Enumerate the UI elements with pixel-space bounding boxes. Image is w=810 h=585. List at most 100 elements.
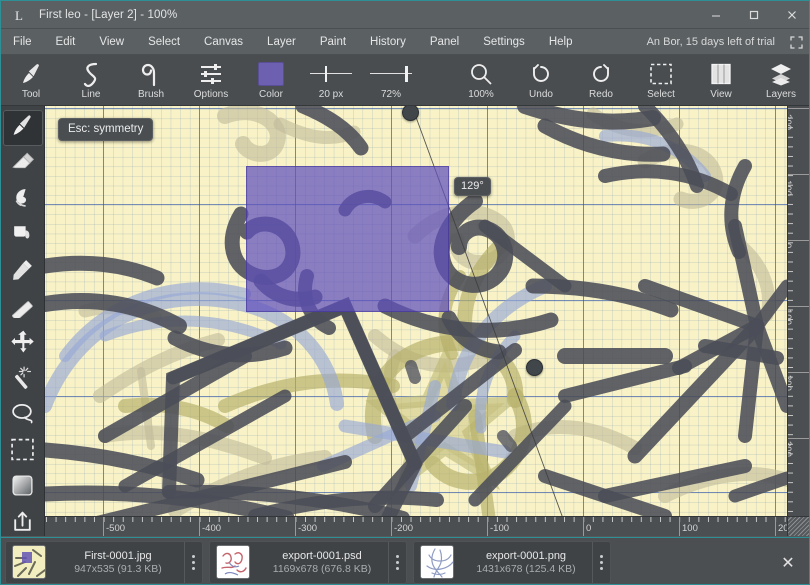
brush-size-slider[interactable] [310,63,352,85]
sidebar-item-eyedropper-tool[interactable] [3,254,43,290]
thumbnail-jpg [12,545,46,579]
window-title: First leo - [Layer 2] - 100% [39,8,178,21]
fullscreen-icon[interactable] [785,29,807,55]
horizontal-ruler[interactable]: -500 -400 -300 -200 -100 0 100 200 [45,516,787,536]
vertical-ruler[interactable]: -200 -100 0 100 200 300 [787,106,809,516]
window-controls [697,1,809,29]
ruler-label: 100 [787,309,793,325]
ruler-corner-resize-handle[interactable] [787,516,809,536]
ruler-major-tick [788,372,809,373]
active-color-swatch [258,61,284,86]
thumbnail-psd [216,545,250,579]
kebab-menu-icon[interactable] [592,541,610,583]
kebab-menu-icon[interactable] [184,541,202,583]
toolbar-select[interactable]: Select [631,55,691,105]
toolbar-undo-label: Undo [529,89,553,100]
toolbar-view[interactable]: View [691,55,751,105]
size-slider-icon[interactable] [310,60,352,87]
ruler-major-tick [788,306,809,307]
menu-edit[interactable]: Edit [44,29,88,55]
trial-text: An Bor, 15 days left of trial [646,36,775,48]
drawing-canvas[interactable]: Esc: symmetry 129° [45,106,787,516]
menu-history[interactable]: History [358,29,418,55]
ruler-label: 300 [787,441,793,457]
file-card-psd[interactable]: export-0001.psd 1169x678 (676.8 KB) [209,540,407,584]
menu-settings[interactable]: Settings [471,29,537,55]
ruler-label: -100 [787,177,793,197]
toolbar-undo[interactable]: Undo [511,55,571,105]
menu-file[interactable]: File [1,29,44,55]
slider-knob[interactable] [324,65,328,82]
ruler-label: -200 [787,111,793,131]
sidebar-item-eraser-tool[interactable] [3,146,43,182]
toolbar-layers[interactable]: Layers [751,55,809,105]
title-bar: L First leo - [Layer 2] - 100% [1,1,809,29]
menu-panel[interactable]: Panel [418,29,471,55]
menu-paint[interactable]: Paint [308,29,358,55]
slider-knob[interactable] [405,65,408,82]
selection-rectangle[interactable] [246,166,449,312]
toolbar-line-label: Line [81,89,101,100]
symmetry-handle-bottom[interactable] [526,359,543,376]
esc-symmetry-hint: Esc: symmetry [58,118,154,141]
maximize-button[interactable] [735,1,773,29]
eraser-icon [10,149,35,179]
sidebar-item-smudge-tool[interactable] [3,182,43,218]
opacity-slider-icon[interactable] [370,60,412,87]
ruler-label: 200 [787,375,793,391]
ruler-label: 200 [778,523,787,534]
toolbar-redo[interactable]: Redo [571,55,631,105]
magic-wand-icon [10,365,35,395]
zoom-icon [469,60,493,87]
close-button[interactable] [773,1,809,29]
menu-canvas[interactable]: Canvas [192,29,255,55]
file-card-png[interactable]: export-0001.png 1431x678 (125.4 KB) [413,540,611,584]
brush-icon [10,113,35,143]
eyedropper-icon [10,257,35,287]
trial-status: An Bor, 15 days left of trial [647,29,807,55]
file-meta: First-0001.jpg 947x535 (91.3 KB) [52,550,184,575]
sidebar-item-brush-tool[interactable] [2,110,43,146]
brush-icon [19,60,43,87]
toolbar-opacity-label: 72% [380,89,401,100]
app-logo-icon: L [7,1,35,29]
sidebar-item-gradient-tool[interactable] [3,470,43,506]
share-export-icon [10,509,35,536]
toolbar-zoom[interactable]: 100% [451,55,511,105]
menu-select[interactable]: Select [136,29,192,55]
toolbar-options[interactable]: Options [181,55,241,105]
sidebar-item-ruler-tool[interactable] [3,290,43,326]
kebab-menu-icon[interactable] [388,541,406,583]
sidebar-item-lasso-tool[interactable] [3,398,43,434]
sidebar-item-magic-wand-tool[interactable] [3,362,43,398]
sidebar-item-rect-select-tool[interactable] [3,434,43,470]
ruler-major-tick [788,174,809,175]
view-window-icon [709,60,733,87]
toolbar-select-label: Select [647,89,675,100]
marquee-icon [10,438,35,466]
opacity-slider[interactable] [370,63,412,85]
menu-view[interactable]: View [87,29,136,55]
sliders-icon [199,60,223,87]
sidebar-item-export-tool[interactable] [3,506,43,536]
toolbar-color[interactable]: Color [241,55,301,105]
ruler-label: -100 [490,523,510,534]
close-files-button[interactable]: ✕ [775,538,801,584]
toolbar-brush-size[interactable]: 20 px [301,55,361,105]
sidebar-item-fill-tool[interactable] [3,218,43,254]
toolbar-brush[interactable]: Brush [121,55,181,105]
file-card-jpg[interactable]: First-0001.jpg 947x535 (91.3 KB) [5,540,203,584]
spiral-brush-icon [140,60,162,87]
toolbar-line[interactable]: Line [61,55,121,105]
toolbar-opacity[interactable]: 72% [361,55,421,105]
open-files-bar: First-0001.jpg 947x535 (91.3 KB) export-… [1,537,809,584]
sidebar-item-move-tool[interactable] [3,326,43,362]
marquee-icon [649,60,673,87]
toolbar-tool[interactable]: Tool [1,55,61,105]
minimize-button[interactable] [697,1,735,29]
menu-layer[interactable]: Layer [255,29,308,55]
ruler-major-tick [788,438,809,439]
menu-help[interactable]: Help [537,29,585,55]
ruler-major-tick [788,108,809,109]
